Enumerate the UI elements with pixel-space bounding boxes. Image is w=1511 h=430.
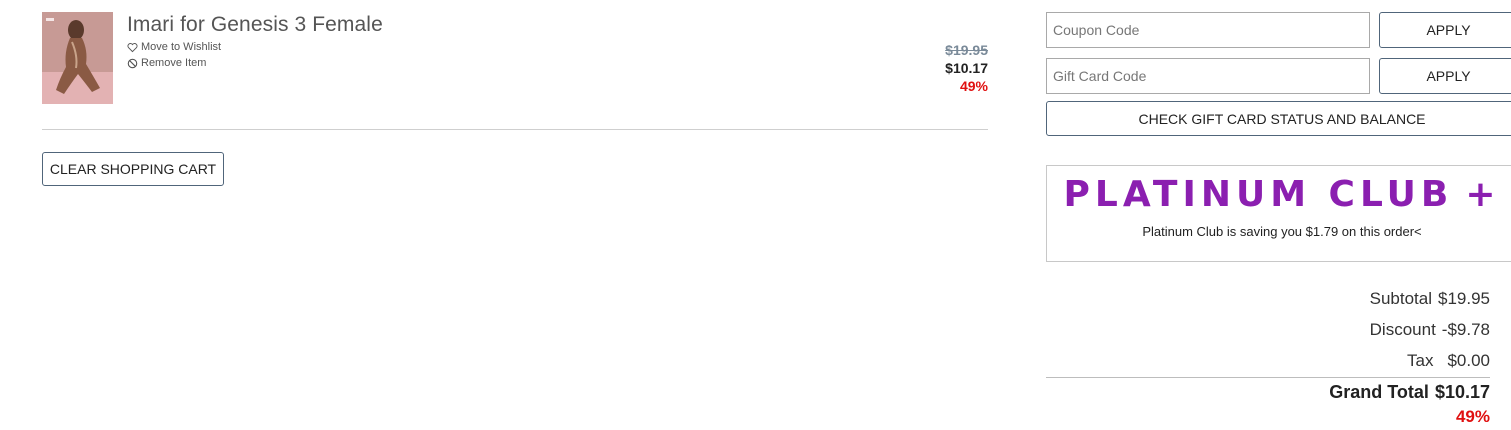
platinum-logo-text: PLATINUM CLUB: [1063, 174, 1454, 215]
remove-label: Remove Item: [141, 57, 207, 69]
heart-icon: [127, 42, 138, 52]
apply-gift-card-button[interactable]: APPLY: [1379, 58, 1511, 94]
original-price: $19.95: [945, 42, 988, 58]
product-thumbnail[interactable]: [42, 12, 113, 104]
plus-icon: +: [1465, 174, 1501, 215]
grand-total-row: Grand Total $10.17: [1329, 382, 1490, 403]
platinum-savings-text: Platinum Club is saving you $1.79 on thi…: [1142, 224, 1422, 239]
grand-total-label: Grand Total: [1329, 382, 1429, 402]
discount-value: -$9.78: [1441, 320, 1490, 339]
price-block: $19.95 $10.17 49%: [945, 41, 988, 95]
ban-icon: [127, 58, 138, 68]
remove-item-link[interactable]: Remove Item: [127, 57, 206, 69]
coupon-code-input[interactable]: Coupon Code: [1046, 12, 1370, 48]
tax-label: Tax: [1406, 351, 1434, 370]
sale-price: $10.17: [945, 60, 988, 76]
grand-total-value: $10.17: [1434, 382, 1490, 402]
gift-card-input[interactable]: Gift Card Code: [1046, 58, 1370, 94]
discount-label: Discount: [1369, 320, 1436, 339]
subtotal-row: Subtotal $19.95: [1370, 289, 1490, 309]
platinum-club-panel: PLATINUM CLUB + Platinum Club is saving y…: [1046, 165, 1511, 262]
product-title[interactable]: Imari for Genesis 3 Female: [127, 13, 383, 37]
check-gift-card-button[interactable]: CHECK GIFT CARD STATUS AND BALANCE: [1046, 101, 1511, 136]
item-divider: [42, 129, 988, 130]
subtotal-value: $19.95: [1438, 289, 1490, 308]
clear-cart-button[interactable]: CLEAR SHOPPING CART: [42, 152, 224, 186]
totals-divider: [1046, 377, 1490, 378]
tax-row: Tax $0.00: [1407, 351, 1490, 371]
platinum-club-logo: PLATINUM CLUB +: [1047, 174, 1511, 215]
tax-value: $0.00: [1447, 351, 1490, 370]
product-image: [42, 12, 113, 104]
discount-row: Discount -$9.78: [1370, 320, 1490, 340]
apply-coupon-button[interactable]: APPLY: [1379, 12, 1511, 48]
subtotal-label: Subtotal: [1369, 289, 1432, 308]
move-to-wishlist-link[interactable]: Move to Wishlist: [127, 41, 221, 53]
wishlist-label: Move to Wishlist: [141, 41, 222, 53]
discount-percent: 49%: [959, 78, 988, 94]
grand-total-percent: 49%: [1455, 407, 1490, 426]
